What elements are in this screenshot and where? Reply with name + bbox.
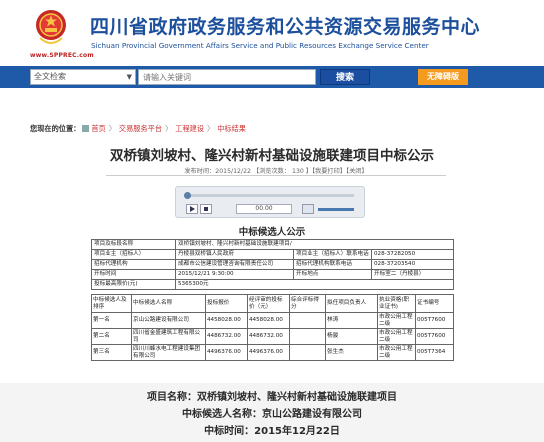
agent-value: 成都市公信建设管理咨询有限责任公司 (175, 259, 294, 270)
summary-caption: 项目名称：双桥镇刘坡村、隆兴村新村基础设施联建项目 中标候选人名称：京山公路建设… (0, 383, 544, 442)
manager-cell: 林涛 (325, 312, 378, 329)
review-price-cell: 4496376.00 (247, 344, 290, 361)
seek-handle[interactable] (184, 192, 191, 199)
search-category-select[interactable]: 全文检索 ▼ (30, 69, 136, 85)
bid-price-cell: 4458028.00 (205, 312, 248, 329)
breadcrumb-award-results[interactable]: 中标结果 (217, 124, 246, 133)
breadcrumb-home[interactable]: 首页 (91, 124, 105, 133)
table-row: 项目及标段名称 双桥镇刘坡村、隆兴村新村基础设施联建项目/ (91, 239, 455, 250)
manager-cell: 杨骏 (325, 328, 378, 345)
site-header: www.SPPREC.com 四川省政府政务服务和公共资源交易服务中心 Sich… (0, 0, 544, 66)
site-url: www.SPPREC.com (30, 52, 94, 59)
rank-cell: 第三名 (91, 344, 132, 361)
owner-phone-value: 028-37282050 (370, 249, 455, 260)
breadcrumb-separator: 〉 (207, 124, 215, 133)
review-price-cell: 4486732.00 (247, 328, 290, 345)
project-info-table: 项目及标段名称 双桥镇刘坡村、隆兴村新村基础设施联建项目/ 项目业主（招标人） … (91, 239, 455, 290)
max-price-label: 投标最高限价(元) (91, 279, 176, 290)
score-cell (289, 328, 326, 345)
open-place-label: 开标地点 (293, 269, 372, 280)
column-header: 执业资格(职业证书) (377, 294, 416, 313)
search-input[interactable] (138, 69, 316, 85)
open-place-value: 开标室二（丹棱县） (370, 269, 455, 280)
bid-price-cell: 4486732.00 (205, 328, 248, 345)
table-header-row: 中标候选人及排序 中标候选人名称 投标报价 经评审的投标价（元） 综合评标得分 … (91, 294, 454, 313)
breadcrumb-separator: 〉 (165, 124, 173, 133)
score-cell (289, 312, 326, 329)
score-cell (289, 344, 326, 361)
table-row: 项目业主（招标人） 丹棱县双桥镇人民政府 项目业主（招标人）联系电话 028-3… (91, 249, 455, 260)
cert-cell: 市政公用工程二级 (377, 312, 416, 329)
breadcrumb: 您现在的位置： 首页〉交易服务平台〉工程建设〉中标结果 (30, 124, 246, 134)
stop-button[interactable] (200, 204, 212, 214)
column-header: 中标候选人名称 (131, 294, 206, 313)
table-row: 第三名 四川川蜂水电工程建设集团有限公司 4496376.00 4496376.… (91, 344, 454, 361)
table-row: 第二名 四川省金盛建筑工程有限公司 4486732.00 4486732.00 … (91, 328, 454, 345)
column-header: 经评审的投标价（元） (247, 294, 290, 313)
table-row: 第一名 京山公路建设有限公司 4458028.00 4458028.00 林涛 … (91, 312, 454, 329)
summary-winner: 中标候选人名称：京山公路建设有限公司 (182, 409, 362, 420)
article-meta: 发布时间：2015/12/22 【浏览次数： 130 】【我要打印】【关闭】 (106, 166, 446, 176)
agent-phone-label: 招标代理机构联系电话 (293, 259, 372, 270)
search-category-value: 全文检索 (34, 72, 66, 81)
candidate-name-cell: 四川川蜂水电工程建设集团有限公司 (131, 344, 206, 361)
column-header: 中标候选人及排序 (91, 294, 132, 313)
search-button[interactable]: 搜索 (320, 69, 370, 85)
site-title: 四川省政府政务服务和公共资源交易服务中心 (90, 16, 481, 38)
summary-project: 项目名称：双桥镇刘坡村、隆兴村新村基础设施联建项目 (147, 392, 397, 403)
open-time-value: 2015/12/21 9:30:00 (175, 269, 294, 280)
column-header: 证书编号 (415, 294, 454, 313)
bid-price-cell: 4496376.00 (205, 344, 248, 361)
open-time-label: 开标时间 (91, 269, 176, 280)
play-button[interactable] (186, 204, 198, 214)
owner-label: 项目业主（招标人） (91, 249, 176, 260)
project-name-value: 双桥镇刘坡村、隆兴村新村基础设施联建项目/ (174, 239, 455, 250)
seek-bar[interactable] (186, 194, 354, 197)
breadcrumb-engineering[interactable]: 工程建设 (175, 124, 204, 133)
project-name-label: 项目及标段名称 (91, 239, 176, 250)
review-price-cell: 4458028.00 (247, 312, 290, 329)
agent-label: 招标代理机构 (91, 259, 176, 270)
max-price-value: 5365300元 (174, 279, 455, 290)
breadcrumb-label: 您现在的位置： (30, 124, 81, 133)
cert-no-cell: 005T7600 (415, 312, 454, 329)
candidates-section-title: 中标候选人公示 (238, 227, 306, 238)
table-row: 招标代理机构 成都市公信建设管理咨询有限责任公司 招标代理机构联系电话 028-… (91, 259, 455, 270)
breadcrumb-separator: 〉 (108, 124, 116, 133)
manager-cell: 张生杰 (325, 344, 378, 361)
rank-cell: 第一名 (91, 312, 132, 329)
column-header: 拟任项目负责人 (325, 294, 378, 313)
search-bar: 全文检索 ▼ 搜索 无障碍版 (0, 66, 544, 88)
volume-slider[interactable] (318, 208, 354, 211)
cert-no-cell: 005T7600 (415, 328, 454, 345)
home-icon (82, 125, 90, 132)
time-display: 00.00 (236, 204, 292, 214)
summary-time: 中标时间：2015年12月22日 (204, 426, 340, 437)
bid-candidates-table: 中标候选人及排序 中标候选人名称 投标报价 经评审的投标价（元） 综合评标得分 … (91, 294, 454, 361)
audio-player: 00.00 (175, 186, 365, 218)
agent-phone-value: 028-37203540 (370, 259, 455, 270)
column-header: 投标报价 (205, 294, 248, 313)
table-row: 开标时间 2015/12/21 9:30:00 开标地点 开标室二（丹棱县） (91, 269, 455, 280)
volume-icon[interactable] (302, 204, 314, 214)
cert-cell: 市政公用工程二级 (377, 328, 416, 345)
national-emblem-icon (36, 10, 66, 44)
chevron-down-icon: ▼ (126, 73, 132, 81)
owner-phone-label: 项目业主（招标人）联系电话 (293, 249, 372, 260)
barrier-free-button[interactable]: 无障碍版 (418, 69, 468, 85)
breadcrumb-trading-platform[interactable]: 交易服务平台 (119, 124, 162, 133)
cert-cell: 市政公用工程二级 (377, 344, 416, 361)
rank-cell: 第二名 (91, 328, 132, 345)
article-title: 双桥镇刘坡村、隆兴村新村基础设施联建项目中标公示 (110, 148, 434, 164)
candidate-name-cell: 京山公路建设有限公司 (131, 312, 206, 329)
table-row: 投标最高限价(元) 5365300元 (91, 279, 455, 290)
site-subtitle: Sichuan Provincial Government Affairs Se… (91, 41, 429, 50)
column-header: 综合评标得分 (289, 294, 326, 313)
cert-no-cell: 005T7364 (415, 344, 454, 361)
candidate-name-cell: 四川省金盛建筑工程有限公司 (131, 328, 206, 345)
owner-value: 丹棱县双桥镇人民政府 (175, 249, 294, 260)
